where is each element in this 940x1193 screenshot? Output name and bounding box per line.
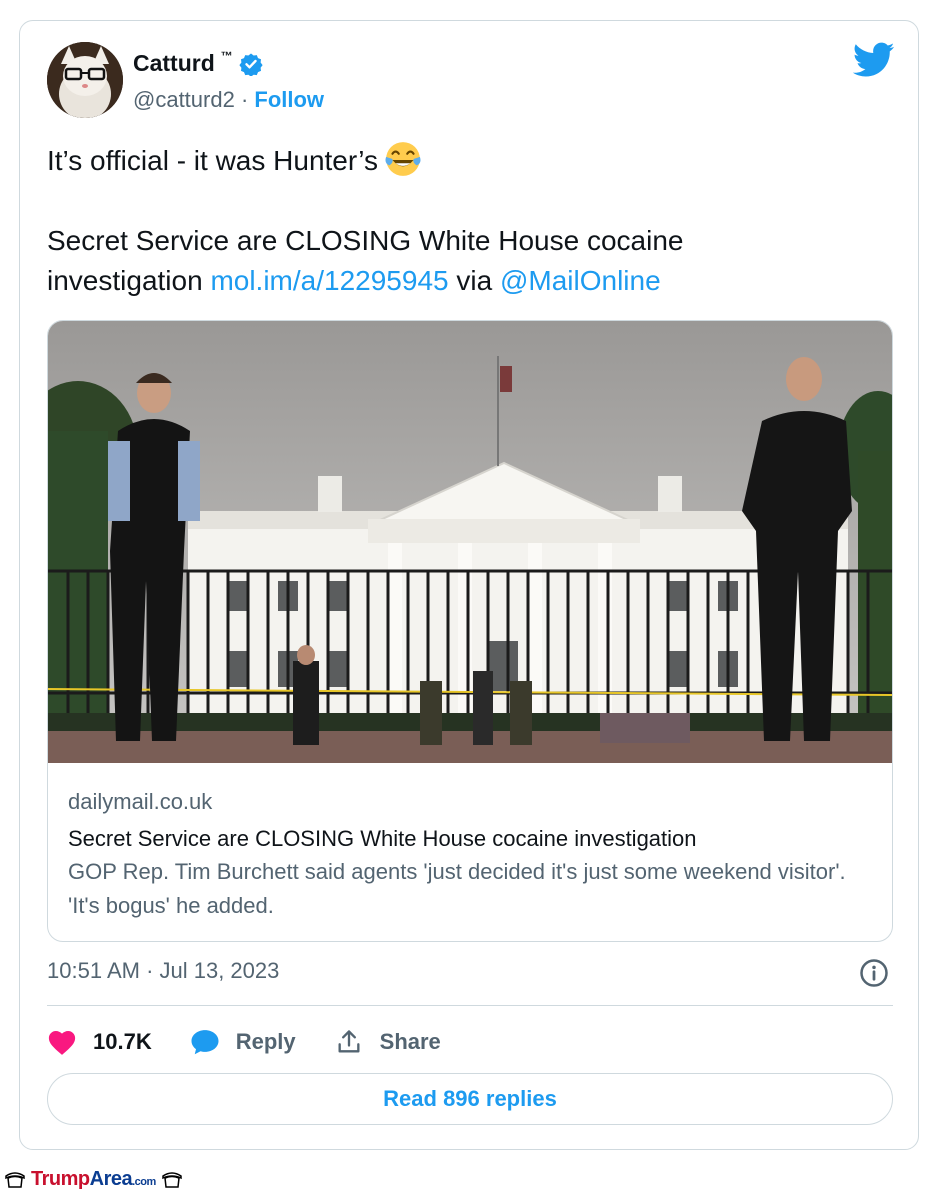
tweet-text-line4: investigation: [47, 265, 211, 296]
share-button[interactable]: Share: [334, 1028, 441, 1056]
preview-text-block: dailymail.co.uk Secret Service are CLOSI…: [68, 787, 868, 923]
reply-button[interactable]: Reply: [190, 1028, 296, 1056]
handle-line: @catturd2 · Follow: [133, 87, 324, 113]
divider: [47, 1005, 893, 1006]
mailonline-mention[interactable]: @MailOnline: [500, 265, 661, 296]
reply-label: Reply: [235, 1029, 296, 1054]
read-replies-label: Read 896 replies: [383, 1086, 557, 1111]
site-watermark: TrumpArea.com: [4, 1166, 183, 1192]
author-name[interactable]: Catturd: [133, 50, 215, 77]
watermark-part3: .com: [132, 1175, 156, 1188]
hat-logo-left-icon: [5, 1172, 25, 1188]
tweet-line-1: It’s official - it was Hunter’s: [47, 140, 897, 181]
preview-title: Secret Service are CLOSING White House c…: [68, 826, 697, 851]
watermark-text: TrumpArea.com: [31, 1168, 156, 1191]
heart-icon: [48, 1031, 76, 1055]
action-bar: 10.7K Reply Share: [47, 1022, 479, 1062]
preview-description: GOP Rep. Tim Burchett said agents 'just …: [68, 859, 846, 918]
follow-link[interactable]: Follow: [254, 87, 324, 112]
tweet-text-line3: Secret Service are CLOSING White House c…: [47, 225, 684, 256]
article-link[interactable]: mol.im/a/12295945: [210, 265, 448, 296]
via-text: via: [448, 265, 500, 296]
tweet-text: It’s official - it was Hunter’s Secret S…: [47, 140, 897, 301]
verified-badge-icon: [239, 53, 263, 76]
dot-separator: ·: [234, 87, 255, 112]
twitter-bird-icon[interactable]: [853, 42, 895, 78]
read-replies-button[interactable]: Read 896 replies: [47, 1073, 893, 1125]
like-button[interactable]: 10.7K: [47, 1028, 152, 1056]
avatar[interactable]: [47, 42, 123, 118]
cat-avatar-image: [47, 42, 123, 118]
tweet-text-line1: It’s official - it was Hunter’s: [47, 145, 378, 176]
watermark-part2: Area: [89, 1167, 133, 1190]
share-upload-icon: [338, 1030, 360, 1053]
info-icon[interactable]: [859, 958, 889, 988]
tweet-line-4: investigation mol.im/a/12295945 via @Mai…: [47, 261, 897, 301]
like-count: 10.7K: [93, 1029, 152, 1054]
watermark-part1: Trump: [31, 1167, 90, 1190]
white-house-photo: [48, 321, 892, 763]
author-handle[interactable]: @catturd2: [133, 87, 235, 112]
tweet-line-3: Secret Service are CLOSING White House c…: [47, 221, 897, 261]
tweet-timestamp[interactable]: 10:51 AM · Jul 13, 2023: [47, 958, 279, 984]
speech-bubble-icon: [191, 1030, 219, 1055]
author-name-row[interactable]: Catturd ™: [133, 48, 263, 77]
link-preview-card[interactable]: dailymail.co.uk Secret Service are CLOSI…: [47, 320, 893, 942]
hat-logo-right-icon: [162, 1172, 182, 1188]
trademark-symbol: ™: [220, 48, 233, 63]
preview-domain: dailymail.co.uk: [68, 789, 213, 814]
tears-of-joy-emoji: [385, 142, 421, 176]
share-label: Share: [379, 1029, 441, 1054]
